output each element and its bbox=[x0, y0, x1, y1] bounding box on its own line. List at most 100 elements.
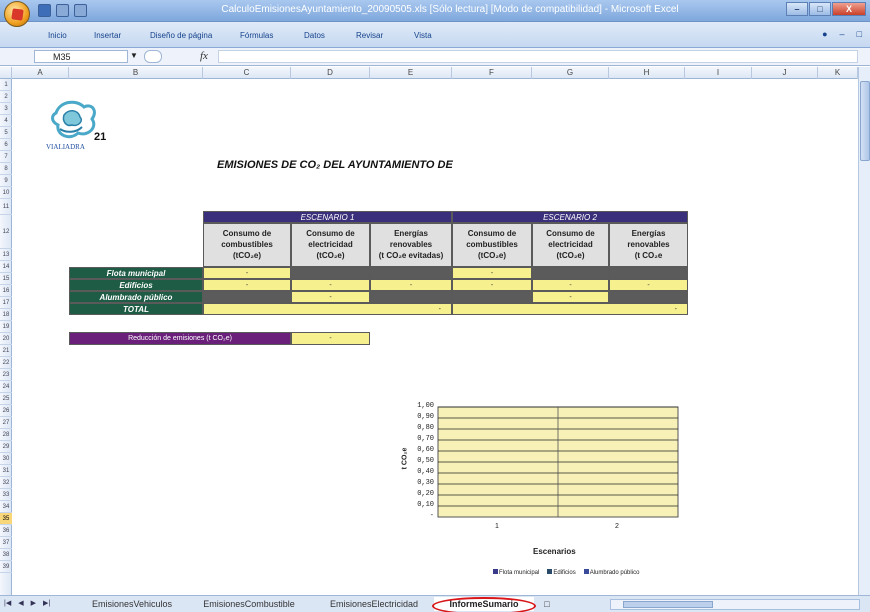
subheader-energias-renovables-1[interactable]: Energías renovables (t CO₂e evitadas) bbox=[370, 223, 452, 267]
help-icon[interactable]: ● bbox=[822, 29, 827, 39]
row-header[interactable]: 21 bbox=[0, 345, 12, 357]
reduction-value[interactable]: - bbox=[291, 332, 370, 345]
tab-datos[interactable]: Datos bbox=[304, 31, 325, 40]
sheet-tab-emisiones-combustible[interactable]: EmisionesCombustible bbox=[192, 597, 306, 611]
row-header[interactable]: 2 bbox=[0, 91, 12, 103]
column-header[interactable]: I bbox=[685, 67, 752, 79]
tab-formulas[interactable]: Fórmulas bbox=[240, 31, 273, 40]
row-label-edificios[interactable]: Edificios bbox=[69, 279, 203, 291]
table-cell[interactable]: - bbox=[291, 291, 370, 303]
select-all-corner[interactable] bbox=[0, 67, 12, 79]
table-cell[interactable]: - bbox=[203, 267, 291, 279]
chevron-down-icon[interactable]: ▼ bbox=[130, 51, 138, 60]
prev-sheet-icon[interactable]: ◀ bbox=[18, 599, 23, 607]
row-header[interactable]: 18 bbox=[0, 309, 12, 321]
row-header[interactable]: 31 bbox=[0, 465, 12, 477]
tab-revisar[interactable]: Revisar bbox=[356, 31, 383, 40]
row-header[interactable]: 27 bbox=[0, 417, 12, 429]
ribbon-restore-icon[interactable]: □ bbox=[857, 29, 862, 39]
table-cell[interactable]: - bbox=[452, 279, 532, 291]
column-header[interactable]: K bbox=[818, 67, 858, 79]
row-header[interactable]: 24 bbox=[0, 381, 12, 393]
subheader-consumo-electricidad-2[interactable]: Consumo de electricidad (tCO₂e) bbox=[532, 223, 609, 267]
tab-vista[interactable]: Vista bbox=[414, 31, 432, 40]
column-header[interactable]: F bbox=[452, 67, 532, 79]
row-header[interactable]: 39 bbox=[0, 561, 12, 573]
row-header[interactable]: 15 bbox=[0, 273, 12, 285]
table-cell[interactable]: - bbox=[532, 291, 609, 303]
row-header[interactable]: 28 bbox=[0, 429, 12, 441]
row-header[interactable]: 8 bbox=[0, 163, 12, 175]
subheader-energias-renovables-2[interactable]: Energías renovables (t CO₂e bbox=[609, 223, 688, 267]
column-header[interactable]: E bbox=[370, 67, 452, 79]
row-label-flota-municipal[interactable]: Flota municipal bbox=[69, 267, 203, 279]
scrollbar-thumb[interactable] bbox=[623, 601, 713, 608]
worksheet[interactable]: 21 VIALIADRA EMISIONES DE CO₂ DEL AYUNTA… bbox=[12, 79, 858, 595]
insert-sheet-icon[interactable]: □ bbox=[540, 597, 554, 611]
row-label-alumbrado-publico[interactable]: Alumbrado público bbox=[69, 291, 203, 303]
row-header[interactable]: 5 bbox=[0, 127, 12, 139]
row-header[interactable]: 13 bbox=[0, 249, 12, 261]
table-cell[interactable]: - bbox=[532, 279, 609, 291]
ribbon-minimize-icon[interactable]: – bbox=[840, 29, 845, 39]
row-header[interactable]: 36 bbox=[0, 525, 12, 537]
row-header[interactable]: 38 bbox=[0, 549, 12, 561]
table-cell[interactable]: - bbox=[452, 267, 532, 279]
maximize-button[interactable]: □ bbox=[809, 2, 831, 16]
emissions-chart[interactable]: t CO₂e 1,00 0,90 0,80 0,70 0,60 0,50 0,40 0,30 0… bbox=[398, 397, 688, 587]
tab-diseno-pagina[interactable]: Diseño de página bbox=[150, 31, 212, 40]
row-header[interactable]: 11 bbox=[0, 199, 12, 215]
row-header[interactable]: 22 bbox=[0, 357, 12, 369]
close-button[interactable]: X bbox=[832, 2, 866, 16]
last-sheet-icon[interactable]: ▶| bbox=[43, 599, 50, 607]
row-header[interactable]: 37 bbox=[0, 537, 12, 549]
total-scenario-1[interactable]: - bbox=[203, 303, 452, 315]
column-header[interactable]: H bbox=[609, 67, 685, 79]
row-header[interactable]: 16 bbox=[0, 285, 12, 297]
scrollbar-thumb[interactable] bbox=[860, 81, 870, 161]
row-header[interactable]: 17 bbox=[0, 297, 12, 309]
row-header[interactable]: 32 bbox=[0, 477, 12, 489]
table-cell[interactable]: - bbox=[370, 279, 452, 291]
row-header[interactable]: 34 bbox=[0, 501, 12, 513]
row-header[interactable]: 25 bbox=[0, 393, 12, 405]
tab-insertar[interactable]: Insertar bbox=[94, 31, 121, 40]
row-header[interactable]: 35 bbox=[0, 513, 12, 525]
row-label-total[interactable]: TOTAL bbox=[69, 303, 203, 315]
column-header[interactable]: C bbox=[203, 67, 291, 79]
row-header[interactable]: 3 bbox=[0, 103, 12, 115]
row-header[interactable]: 7 bbox=[0, 151, 12, 163]
formula-bar-expander[interactable] bbox=[144, 50, 162, 63]
row-header[interactable]: 30 bbox=[0, 453, 12, 465]
sheet-tab-emisiones-electricidad[interactable]: EmisionesElectricidad bbox=[318, 597, 430, 611]
row-header[interactable]: 29 bbox=[0, 441, 12, 453]
row-header[interactable]: 12 bbox=[0, 215, 12, 249]
row-header[interactable]: 19 bbox=[0, 321, 12, 333]
row-header[interactable]: 26 bbox=[0, 405, 12, 417]
row-header[interactable]: 20 bbox=[0, 333, 12, 345]
first-sheet-icon[interactable]: |◀ bbox=[4, 599, 11, 607]
subheader-consumo-combustibles-2[interactable]: Consumo de combustibles (tCO₂e) bbox=[452, 223, 532, 267]
scenario-2-header[interactable]: ESCENARIO 2 bbox=[452, 211, 688, 223]
sheet-tab-emisiones-vehiculos[interactable]: EmisionesVehiculos bbox=[80, 597, 184, 611]
total-scenario-2[interactable]: - bbox=[452, 303, 688, 315]
row-header[interactable]: 6 bbox=[0, 139, 12, 151]
column-header[interactable]: G bbox=[532, 67, 609, 79]
column-header[interactable]: A bbox=[12, 67, 69, 79]
row-header[interactable]: 10 bbox=[0, 187, 12, 199]
row-header[interactable]: 4 bbox=[0, 115, 12, 127]
next-sheet-icon[interactable]: ▶ bbox=[31, 599, 36, 607]
row-header[interactable]: 23 bbox=[0, 369, 12, 381]
office-button[interactable] bbox=[4, 1, 30, 27]
function-icon[interactable]: fx bbox=[200, 50, 208, 62]
column-header[interactable]: J bbox=[752, 67, 818, 79]
row-header[interactable]: 14 bbox=[0, 261, 12, 273]
table-cell[interactable]: - bbox=[203, 279, 291, 291]
column-header[interactable]: D bbox=[291, 67, 370, 79]
reduction-label[interactable]: Reducción de emisiones (t CO₂e) bbox=[69, 332, 291, 345]
horizontal-scrollbar[interactable] bbox=[610, 599, 860, 610]
minimize-button[interactable]: – bbox=[786, 2, 808, 16]
name-box[interactable]: M35 bbox=[34, 50, 128, 63]
row-header[interactable]: 33 bbox=[0, 489, 12, 501]
tab-inicio[interactable]: Inicio bbox=[48, 31, 67, 40]
